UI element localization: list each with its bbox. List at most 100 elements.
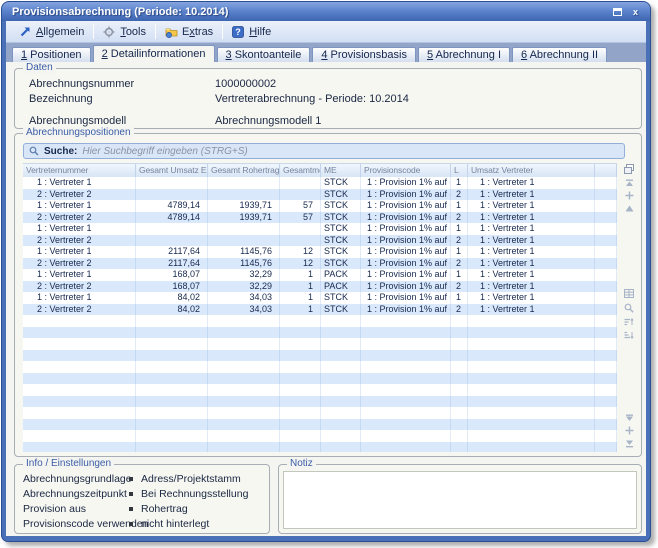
tab-detailinformationen[interactable]: 2 Detailinformationen	[93, 45, 215, 62]
table-cell	[23, 384, 136, 396]
search-input[interactable]: Suche: Hier Suchbegriff eingeben (STRG+S…	[23, 143, 625, 159]
sort-ascending-icon[interactable]	[623, 316, 635, 327]
table-cell: 2 : Vertreter 2	[23, 258, 136, 270]
column-header[interactable]: Provisionscode	[361, 164, 451, 177]
table-row-empty	[23, 327, 617, 339]
table-cell	[208, 430, 280, 442]
menu-extras[interactable]: Extras	[158, 24, 220, 40]
menu-hilfe[interactable]: ? Hilfe	[225, 24, 278, 40]
title-bar[interactable]: Provisionsabrechnung (Periode: 10.2014) …	[2, 2, 650, 21]
table-cell	[361, 396, 451, 408]
table-cell	[451, 327, 468, 339]
table-cell	[321, 396, 361, 408]
column-header[interactable]: Umsatz Vertreter	[468, 164, 595, 177]
table-row[interactable]: 1 : Vertreter 12117,641145,7612STCK1 : P…	[23, 246, 617, 258]
menu-allgemein[interactable]: Allgemein	[12, 24, 91, 40]
table-cell	[208, 223, 280, 235]
column-chooser-icon[interactable]	[623, 163, 635, 174]
table-cell	[208, 373, 280, 385]
table-row[interactable]: 1 : Vertreter 1STCK1 : Provision 1% auf …	[23, 223, 617, 235]
insert-row-up-icon[interactable]	[623, 190, 635, 201]
tools-icon	[103, 26, 116, 38]
table-row[interactable]: 1 : Vertreter 184,0234,031STCK1 : Provis…	[23, 292, 617, 304]
tab-abrechnung-1[interactable]: 5 Abrechnung I	[418, 47, 510, 62]
table-cell	[451, 350, 468, 362]
zoom-search-icon[interactable]	[623, 302, 635, 313]
bullet-icon	[129, 507, 133, 511]
tab-positionen[interactable]: 1 Positionen	[12, 47, 91, 62]
table-cell	[361, 430, 451, 442]
table-cell: 1 : Vertreter 1	[23, 246, 136, 258]
scroll-to-top-icon[interactable]	[623, 177, 635, 188]
sort-descending-icon[interactable]	[623, 329, 635, 340]
grid-view-icon[interactable]	[623, 288, 635, 299]
table-row[interactable]: 2 : Vertreter 2STCK1 : Provision 1% auf …	[23, 189, 617, 201]
table-row-empty	[23, 361, 617, 373]
table-cell	[468, 430, 595, 442]
table-cell	[468, 407, 595, 419]
tab-skontoanteile[interactable]: 3 Skontoanteile	[217, 47, 311, 62]
table-cell	[468, 338, 595, 350]
table-cell: 168,07	[136, 269, 208, 281]
info-label: Abrechnungsgrundlage	[23, 473, 132, 485]
table-cell: STCK	[321, 212, 361, 224]
scroll-down-icon[interactable]	[623, 412, 635, 423]
table-row-empty	[23, 350, 617, 362]
table-cell: 2 : Vertreter 2	[23, 281, 136, 293]
table-row[interactable]: 2 : Vertreter 2STCK1 : Provision 1% auf …	[23, 235, 617, 247]
table-cell	[361, 419, 451, 431]
column-header[interactable]: Gesamt Umsatz EUR	[136, 164, 208, 177]
table-cell: 2	[451, 189, 468, 201]
table-cell	[321, 442, 361, 453]
table-cell: 1	[280, 281, 321, 293]
tab-provisionsbasis[interactable]: 4 Provisionsbasis	[312, 47, 416, 62]
table-cell	[451, 407, 468, 419]
insert-row-down-icon[interactable]	[623, 425, 635, 436]
restore-window-button[interactable]	[610, 5, 625, 18]
abrechnungsmodell-label: Abrechnungsmodell	[29, 115, 126, 127]
table-cell: 2 : Vertreter 2	[23, 189, 136, 201]
table-cell	[595, 384, 617, 396]
bezeichnung-value: Vertreterabrechnung - Periode: 10.2014	[215, 93, 409, 105]
notiz-textarea[interactable]	[283, 471, 637, 529]
daten-groupbox: Daten Abrechnungsnummer 1000000002 Bezei…	[14, 68, 642, 129]
table-cell	[451, 373, 468, 385]
table-row[interactable]: 2 : Vertreter 2168,0732,291PACK1 : Provi…	[23, 281, 617, 293]
table-cell	[595, 212, 617, 224]
table-row[interactable]: 2 : Vertreter 22117,641145,7612STCK1 : P…	[23, 258, 617, 270]
column-header[interactable]: Gesamt Rohertrag EUR	[208, 164, 280, 177]
scroll-to-bottom-icon[interactable]	[623, 438, 635, 449]
info-label: Provision aus	[23, 503, 86, 515]
table-cell	[136, 223, 208, 235]
info-value: Rohertrag	[141, 503, 188, 515]
table-row[interactable]: 2 : Vertreter 284,0234,031STCK1 : Provis…	[23, 304, 617, 316]
table-cell: 32,29	[208, 281, 280, 293]
table-row[interactable]: 1 : Vertreter 14789,141939,7157STCK1 : P…	[23, 200, 617, 212]
menu-tools[interactable]: Tools	[96, 24, 153, 40]
table-cell: 1 : Vertreter 1	[468, 281, 595, 293]
table-row[interactable]: 1 : Vertreter 1168,0732,291PACK1 : Provi…	[23, 269, 617, 281]
menu-label: Allgemein	[36, 26, 84, 38]
abrechnungsnummer-value: 1000000002	[215, 78, 276, 90]
table-cell	[595, 189, 617, 201]
table-cell: 1939,71	[208, 200, 280, 212]
table-row-empty	[23, 396, 617, 408]
close-icon: x	[633, 7, 638, 17]
column-header[interactable]: L	[451, 164, 468, 177]
column-header[interactable]: ME	[321, 164, 361, 177]
table-cell: 4789,14	[136, 212, 208, 224]
table-cell	[361, 338, 451, 350]
table-cell	[136, 189, 208, 201]
column-header[interactable]: Gesamtmenge	[280, 164, 321, 177]
table-cell: 1 : Vertreter 1	[468, 258, 595, 270]
scroll-up-icon[interactable]	[623, 203, 635, 214]
table-cell: 1 : Vertreter 1	[23, 223, 136, 235]
table-row[interactable]: 2 : Vertreter 24789,141939,7157STCK1 : P…	[23, 212, 617, 224]
tab-abrechnung-2[interactable]: 6 Abrechnung II	[512, 47, 607, 62]
close-window-button[interactable]: x	[628, 5, 643, 18]
table-row[interactable]: 1 : Vertreter 1STCK1 : Provision 1% auf …	[23, 177, 617, 189]
table-cell: 1	[451, 246, 468, 258]
column-header[interactable]: Vertreternummer	[23, 164, 136, 177]
column-header[interactable]	[595, 164, 617, 177]
table-cell: 1 : Provision 1% auf den ve	[361, 223, 451, 235]
